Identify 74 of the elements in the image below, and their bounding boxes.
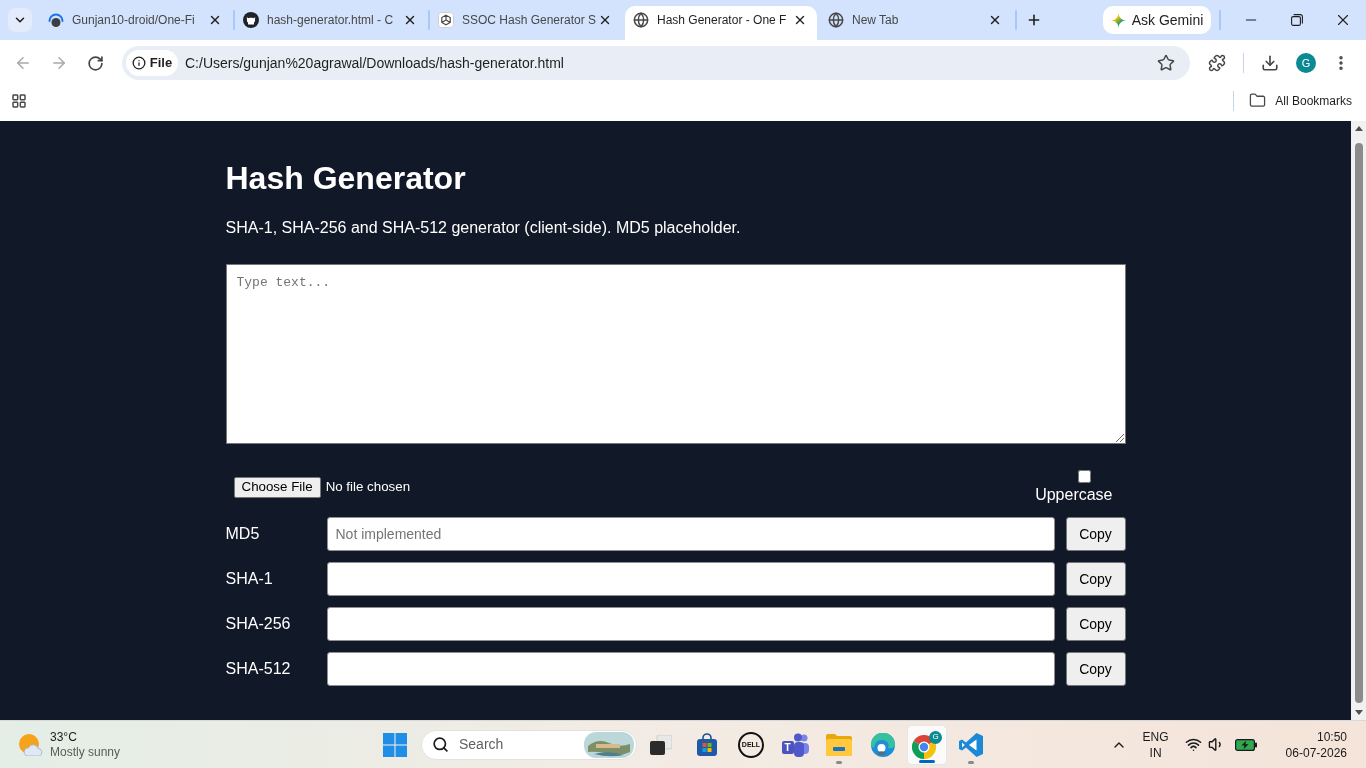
uppercase-label: Uppercase (1035, 486, 1113, 504)
ribbon-logo-icon[interactable] (959, 732, 983, 757)
close-icon[interactable] (988, 13, 1002, 27)
windows-logo-icon[interactable] (383, 732, 407, 757)
copy-button[interactable]: Copy (1065, 562, 1126, 596)
hash-output-field[interactable]: Not implemented (326, 517, 1055, 551)
resize-grip-icon[interactable] (1115, 434, 1124, 442)
all-bookmarks-link[interactable]: All Bookmarks (1275, 91, 1352, 110)
browser-tab[interactable]: hash-generator.html - C (235, 6, 427, 40)
page-description: SHA-1, SHA-256 and SHA-512 generator (client-side). MD5 placeholder. (225, 219, 742, 237)
profile-avatar-button[interactable]: G (1296, 53, 1316, 73)
hash-label: SHA-512 (225, 659, 292, 679)
puzzle-piece-icon[interactable] (1208, 54, 1226, 72)
globe-icon (633, 12, 649, 28)
uppercase-checkbox[interactable] (1077, 470, 1091, 483)
close-icon[interactable] (793, 13, 807, 27)
loading-spinner-icon (48, 12, 64, 28)
ring-browser-icon[interactable] (912, 734, 936, 759)
reload-icon[interactable] (86, 54, 104, 72)
dark-round-logo-icon (243, 12, 259, 28)
search-icon (432, 736, 449, 753)
close-icon[interactable] (208, 13, 222, 27)
browser-tab[interactable]: Gunjan10-droid/One-Fi (40, 6, 232, 40)
download-icon[interactable] (1261, 54, 1279, 72)
tab-list-button[interactable] (8, 8, 32, 32)
scrollbar-thumb[interactable] (1354, 143, 1363, 703)
weather-widget[interactable]: 33°C Mostly sunny (19, 729, 121, 760)
new-tab-icon[interactable] (1026, 12, 1042, 28)
scroll-down-icon[interactable] (1354, 710, 1363, 715)
shopping-bag-icon[interactable] (695, 732, 719, 757)
taskbar-app-button[interactable]: G (907, 724, 947, 765)
choose-file-button[interactable]: Choose File (233, 476, 321, 498)
profile-badge: G (929, 730, 942, 744)
taskbar-app-button[interactable]: T (775, 724, 815, 765)
clock[interactable]: 10:50 06-07-2026 (1285, 728, 1347, 761)
close-icon[interactable] (403, 13, 417, 27)
search-field[interactable]: Search (421, 729, 637, 760)
knot-logo-icon (438, 12, 454, 28)
hash-label: MD5 (225, 524, 261, 544)
close-icon[interactable] (598, 13, 612, 27)
hash-output-field[interactable] (326, 562, 1055, 596)
globe-icon (828, 12, 844, 28)
browser-tab[interactable]: New Tab (820, 6, 1012, 40)
hash-label: SHA-1 (225, 569, 274, 589)
scroll-up-icon[interactable] (1354, 126, 1363, 131)
language-indicator[interactable]: ENG IN (1140, 728, 1171, 761)
bookmark-star-icon[interactable] (1157, 54, 1175, 72)
copy-button[interactable]: Copy (1065, 517, 1126, 551)
copy-button[interactable]: Copy (1065, 652, 1126, 686)
ask-gemini-button[interactable]: Ask Gemini (1103, 6, 1211, 34)
browser-tab[interactable]: SSOC Hash Generator S (430, 6, 622, 40)
swirl-browser-icon[interactable] (871, 732, 895, 757)
folder-icon[interactable] (1249, 92, 1267, 109)
hash-output-field[interactable] (326, 607, 1055, 641)
file-status-text: No file chosen (325, 478, 411, 496)
browser-tab[interactable]: Hash Generator - One F (625, 6, 817, 40)
sun-cloud-icon (19, 733, 43, 756)
hash-label: SHA-256 (225, 614, 292, 634)
battery-charging-icon[interactable] (1234, 738, 1257, 751)
wifi-icon[interactable] (1184, 736, 1202, 753)
text-input-field[interactable]: Type text... (225, 264, 1126, 444)
page-title: Hash Generator (225, 160, 467, 197)
apps-grid-icon[interactable] (11, 92, 27, 109)
address-bar[interactable]: File C:/Users/gunjan%20agrawal/Downloads/hash-generator.html (122, 46, 1190, 80)
landscape-thumbnail-icon (584, 731, 634, 758)
restore-icon[interactable] (1291, 14, 1303, 26)
folder-icon[interactable] (826, 733, 852, 756)
hash-output-field[interactable] (326, 652, 1055, 686)
sparkle-icon (1110, 12, 1126, 28)
site-info-chip[interactable]: File (126, 50, 178, 76)
task-view-icon[interactable] (650, 734, 672, 755)
copy-button[interactable]: Copy (1065, 607, 1126, 641)
info-icon (131, 56, 146, 70)
people-icon[interactable] (793, 732, 809, 757)
